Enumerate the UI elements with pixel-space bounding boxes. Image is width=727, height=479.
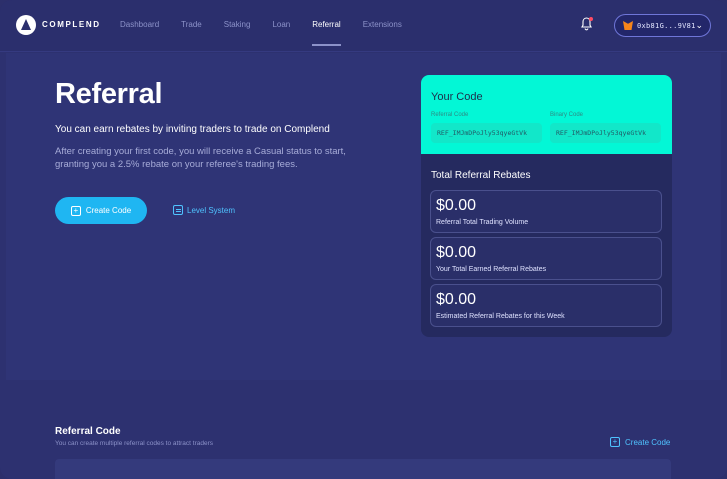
binary-code-field[interactable]: REF_IMJmDPoJly53qyeGtVk xyxy=(550,123,661,143)
chevron-down-icon: ⌄ xyxy=(695,20,703,30)
stat-label: Referral Total Trading Volume xyxy=(436,219,529,226)
plus-icon: + xyxy=(610,437,620,447)
stat-label: Your Total Earned Referral Rebates xyxy=(436,266,547,273)
referral-codes-table xyxy=(55,459,671,479)
referral-code-subtitle: You can create multiple referral codes t… xyxy=(55,440,214,447)
brand-name: COMPLEND xyxy=(42,20,101,29)
wallet-button[interactable]: 0xb81G...9V81 ⌄ xyxy=(614,14,711,37)
create-code-label: Create Code xyxy=(85,206,132,215)
wallet-address: 0xb81G...9V81 xyxy=(637,22,696,30)
main-nav: Dashboard Trade Staking Loan Referral Ex… xyxy=(120,20,424,46)
referral-code-title: Referral Code xyxy=(55,426,121,437)
nav-dashboard[interactable]: Dashboard xyxy=(120,20,159,29)
level-system-label: Level System xyxy=(187,205,236,215)
referral-code-field[interactable]: REF_IMJmDPoJly53qyeGtVk xyxy=(431,123,542,143)
plus-icon: + xyxy=(70,205,81,216)
notification-dot xyxy=(589,17,593,21)
hero-description: After creating your first code, you will… xyxy=(55,146,346,170)
notification-bell-icon[interactable] xyxy=(581,17,593,31)
nav-extensions[interactable]: Extensions xyxy=(363,20,402,29)
nav-loan[interactable]: Loan xyxy=(272,20,290,29)
stat-trading-volume: $0.00 Referral Total Trading Volume xyxy=(430,190,662,233)
hero-subtitle: You can earn rebates by inviting traders… xyxy=(55,124,330,135)
stat-earned-rebates: $0.00 Your Total Earned Referral Rebates xyxy=(430,237,662,280)
create-code-link-label: Create Code xyxy=(625,437,671,447)
level-list-icon xyxy=(173,205,183,215)
stat-value: $0.00 xyxy=(436,197,477,214)
nav-referral[interactable]: Referral xyxy=(312,20,342,46)
binary-code-label: Binary Code xyxy=(550,112,584,118)
referral-code-label: Referral Code xyxy=(431,112,469,118)
stat-label: Estimated Referral Rebates for this Week xyxy=(436,313,565,320)
nav-trade[interactable]: Trade xyxy=(181,20,202,29)
stat-value: $0.00 xyxy=(436,291,477,308)
page-title: Referral xyxy=(55,78,163,110)
create-code-link[interactable]: + Create Code xyxy=(610,437,670,447)
stat-weekly-rebates: $0.00 Estimated Referral Rebates for thi… xyxy=(430,284,662,327)
referral-card: Your Code Referral Code Binary Code REF_… xyxy=(421,75,672,337)
level-system-link[interactable]: Level System xyxy=(173,205,235,215)
create-code-button[interactable]: + Create Code xyxy=(55,197,147,224)
top-navbar: COMPLEND Dashboard Trade Staking Loan Re… xyxy=(0,0,727,52)
metamask-fox-icon xyxy=(623,21,633,30)
stat-value: $0.00 xyxy=(436,244,477,261)
your-code-panel: Your Code Referral Code Binary Code REF_… xyxy=(421,75,672,154)
nav-staking[interactable]: Staking xyxy=(224,20,251,29)
rebates-title: Total Referral Rebates xyxy=(431,170,531,181)
app-window: COMPLEND Dashboard Trade Staking Loan Re… xyxy=(0,0,727,479)
your-code-title: Your Code xyxy=(431,91,483,103)
complend-logo-icon[interactable] xyxy=(16,15,36,35)
